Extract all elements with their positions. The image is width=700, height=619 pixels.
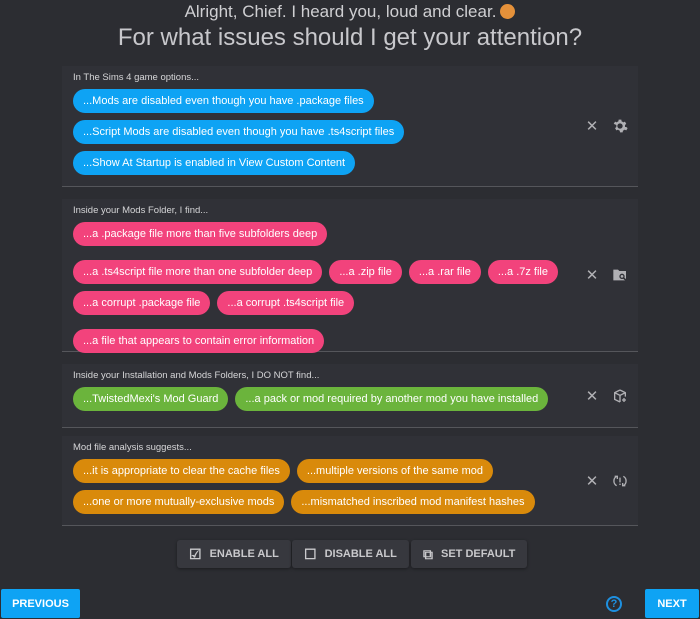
chip-mods-disabled[interactable]: ...Mods are disabled even though you hav… <box>73 89 374 113</box>
clear-icon[interactable]: ✕ <box>584 388 600 405</box>
avatar-emoji-icon <box>500 4 516 19</box>
page-title: For what issues should I get your attent… <box>117 24 583 51</box>
help-icon[interactable]: ? <box>606 596 622 612</box>
gear-icon[interactable] <box>612 118 628 134</box>
enable-all-button[interactable]: ☑ ENABLE ALL <box>177 540 291 568</box>
section-label: Inside your Mods Folder, I find... <box>73 205 209 216</box>
sync-alert-icon[interactable] <box>612 473 628 489</box>
checkbox-checked-icon: ☑ <box>189 545 202 562</box>
chip-mod-guard[interactable]: ...TwistedMexi's Mod Guard <box>73 387 229 411</box>
checkbox-multiple-icon: ⧉ <box>423 545 433 562</box>
chip-mismatched-hashes[interactable]: ...mismatched inscribed mod manifest has… <box>291 490 535 514</box>
chip-rar[interactable]: ...a .rar file <box>408 260 481 284</box>
next-button[interactable]: NEXT <box>645 589 699 618</box>
section-mods-folder: Inside your Mods Folder, I find... ...a … <box>62 199 638 353</box>
chip-mutually-exclusive[interactable]: ...one or more mutually-exclusive mods <box>73 490 285 514</box>
chip-corrupt-package[interactable]: ...a corrupt .package file <box>73 291 211 315</box>
chip-script-mods-disabled[interactable]: ...Script Mods are disabled even though … <box>73 120 405 144</box>
checkbox-empty-icon: ☐ <box>304 545 317 562</box>
previous-button[interactable]: PREVIOUS <box>1 589 80 618</box>
chip-package-deep[interactable]: ...a .package file more than five subfol… <box>73 222 328 246</box>
clear-icon[interactable]: ✕ <box>584 473 600 490</box>
greeting: Alright, Chief. I heard you, loud and cl… <box>0 2 700 22</box>
chip-error-file[interactable]: ...a file that appears to contain error … <box>73 329 325 353</box>
disable-all-button[interactable]: ☐ DISABLE ALL <box>292 540 409 568</box>
chip-clear-cache[interactable]: ...it is appropriate to clear the cache … <box>73 459 290 483</box>
section-label: Mod file analysis suggests... <box>73 442 192 453</box>
disable-all-label: DISABLE ALL <box>324 548 397 560</box>
chip-zip[interactable]: ...a .zip file <box>329 260 402 284</box>
set-default-label: SET DEFAULT <box>441 548 516 560</box>
clear-icon[interactable]: ✕ <box>584 267 600 284</box>
section-label: In The Sims 4 game options... <box>73 72 200 83</box>
section-analysis: Mod file analysis suggests... ...it is a… <box>62 436 638 526</box>
chip-required-pack[interactable]: ...a pack or mod required by another mod… <box>235 387 549 411</box>
package-plus-icon[interactable] <box>612 388 628 404</box>
chip-corrupt-ts4script[interactable]: ...a corrupt .ts4script file <box>217 291 355 315</box>
section-label: Inside your Installation and Mods Folder… <box>73 370 320 381</box>
chip-ts4script-deep[interactable]: ...a .ts4script file more than one subfo… <box>73 260 323 284</box>
section-not-found: Inside your Installation and Mods Folder… <box>62 364 638 428</box>
section-game-options: In The Sims 4 game options... ...Mods ar… <box>62 66 638 187</box>
set-default-button[interactable]: ⧉ SET DEFAULT <box>411 540 528 568</box>
enable-all-label: ENABLE ALL <box>209 548 279 560</box>
clear-icon[interactable]: ✕ <box>584 118 600 135</box>
chip-multiple-versions[interactable]: ...multiple versions of the same mod <box>296 459 493 483</box>
chip-7z[interactable]: ...a .7z file <box>487 260 558 284</box>
greeting-text: Alright, Chief. I heard you, loud and cl… <box>184 2 497 21</box>
folder-search-icon[interactable] <box>612 267 628 283</box>
chip-show-at-startup[interactable]: ...Show At Startup is enabled in View Cu… <box>73 151 356 175</box>
